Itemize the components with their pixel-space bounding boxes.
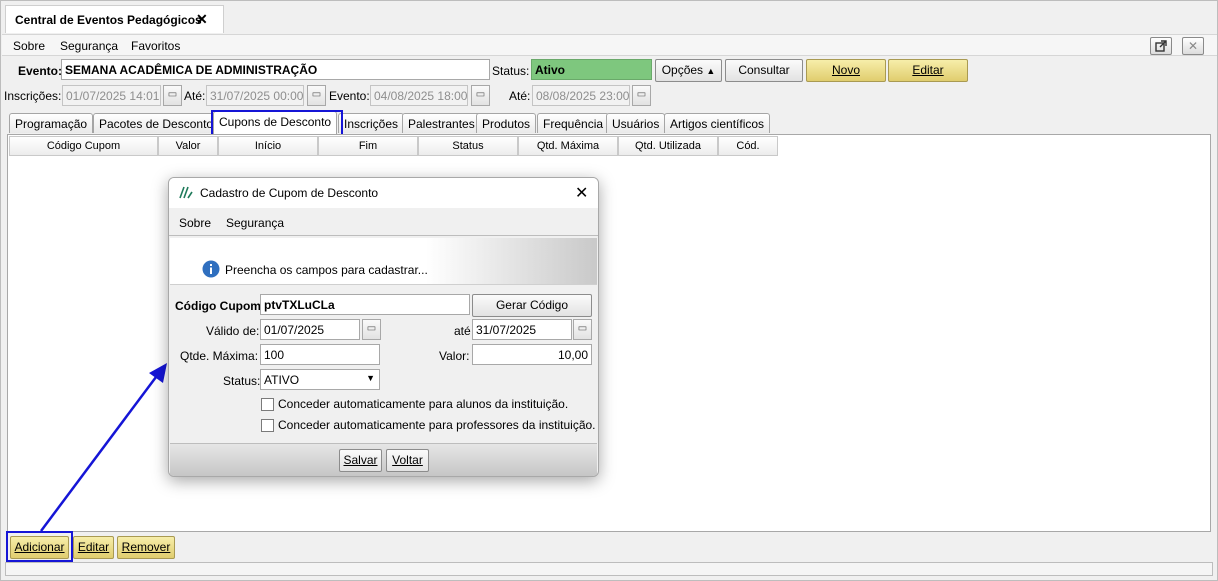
alunos-checkbox-label[interactable]: Conceder automaticamente para alunos da … [278, 397, 568, 411]
app-logo-icon [179, 186, 193, 202]
voltar-button[interactable]: Voltar [386, 449, 429, 472]
qtde-maxima-input[interactable]: 100 [260, 344, 380, 365]
valido-de-label: Válido de: [206, 324, 260, 338]
dialog-title-bar: Cadastro de Cupom de Desconto ✕ [169, 178, 598, 208]
qtde-maxima-label: Qtde. Máxima: [180, 349, 259, 363]
codigo-cupom-input[interactable]: ptvTXLuCLa [260, 294, 470, 315]
dialog-footer: Salvar Voltar [170, 443, 597, 476]
valor-input[interactable]: 10,00 [472, 344, 592, 365]
dialog-menu-bar: Sobre Segurança [169, 208, 598, 236]
valido-ate-input[interactable]: 31/07/2025 [472, 319, 572, 340]
close-icon[interactable]: ✕ [575, 183, 588, 203]
dialog-title: Cadastro de Cupom de Desconto [200, 186, 379, 200]
info-text: Preencha os campos para cadastrar... [225, 263, 428, 277]
info-banner: Preencha os campos para cadastrar... [170, 238, 597, 285]
status-label: Status: [223, 374, 261, 388]
chevron-down-icon: ▼ [366, 373, 375, 383]
status-select[interactable]: ATIVO ▼ [260, 369, 380, 390]
salvar-label: Salvar [343, 453, 378, 467]
cupom-dialog: Cadastro de Cupom de Desconto ✕ Sobre Se… [168, 177, 599, 477]
dialog-menu-sobre[interactable]: Sobre [179, 216, 211, 230]
codigo-cupom-label: Código Cupom: [175, 299, 265, 313]
professores-checkbox-label[interactable]: Conceder automaticamente para professore… [278, 418, 596, 432]
status-select-value: ATIVO [264, 373, 300, 387]
calendar-icon[interactable]: ▭ [573, 319, 592, 340]
valido-de-input[interactable]: 01/07/2025 [260, 319, 360, 340]
app-window: Central de Eventos Pedagógicos ✕ Sobre S… [0, 0, 1218, 581]
salvar-button[interactable]: Salvar [339, 449, 382, 472]
info-icon [202, 260, 220, 281]
calendar-icon[interactable]: ▭ [362, 319, 381, 340]
dialog-menu-seguranca[interactable]: Segurança [226, 216, 284, 230]
gerar-codigo-button[interactable]: Gerar Código [472, 294, 592, 317]
alunos-checkbox[interactable] [261, 398, 274, 411]
ate-label: até [454, 324, 471, 338]
valor-label: Valor: [439, 349, 470, 363]
professores-checkbox[interactable] [261, 419, 274, 432]
voltar-label: Voltar [392, 453, 423, 467]
